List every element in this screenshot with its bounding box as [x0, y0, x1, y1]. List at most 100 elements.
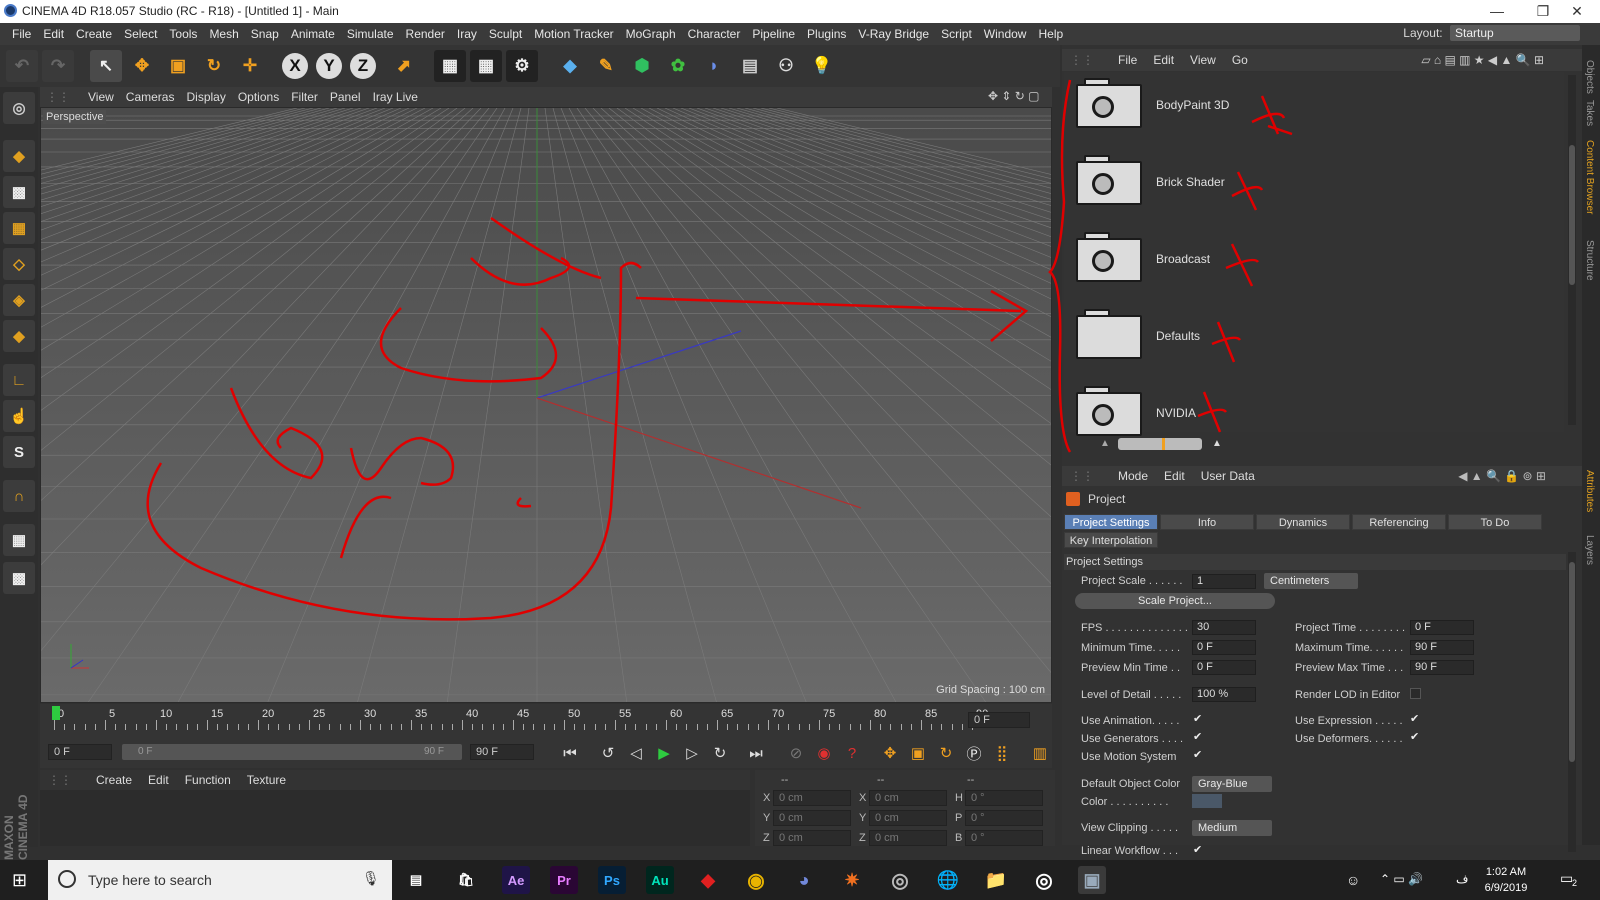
- start-frame-field[interactable]: 0 F: [48, 744, 112, 760]
- viewport-perspective[interactable]: Perspective Grid Spacing : 100 cm: [40, 107, 1052, 703]
- menu-select[interactable]: Select: [118, 23, 163, 45]
- floor-icon[interactable]: ▤: [734, 50, 766, 82]
- prev-frame-icon[interactable]: ◁: [624, 742, 648, 764]
- content-browser-menu-go[interactable]: Go: [1224, 49, 1256, 71]
- photoshop-icon[interactable]: Ps: [598, 866, 626, 894]
- tweak-icon[interactable]: ☝: [3, 400, 35, 432]
- points-mode-icon[interactable]: ◇: [3, 248, 35, 280]
- default-color-dropdown[interactable]: Gray-Blue: [1192, 776, 1272, 792]
- frame-range-slider[interactable]: 0 F 90 F: [122, 744, 462, 760]
- key-scale-icon[interactable]: ▣: [906, 742, 930, 764]
- cube-icon[interactable]: ◆: [554, 50, 586, 82]
- menu-pipeline[interactable]: Pipeline: [746, 23, 801, 45]
- viewport-menu-filter[interactable]: Filter: [285, 87, 324, 107]
- use-expression-checkbox[interactable]: ✔: [1410, 714, 1421, 725]
- attributes-toolbar-icons[interactable]: ◀ ▲ 🔍 🔒 ⊚ ⊞: [1450, 466, 1554, 486]
- menu-mograph[interactable]: MoGraph: [620, 23, 682, 45]
- discord-icon[interactable]: ◕: [790, 866, 818, 894]
- active-window-icon[interactable]: ▣: [1078, 866, 1106, 894]
- menu-motion-tracker[interactable]: Motion Tracker: [528, 23, 619, 45]
- side-tab-attributes[interactable]: Attributes: [1584, 470, 1595, 512]
- side-tab-takes[interactable]: Takes: [1584, 100, 1595, 126]
- pen-icon[interactable]: ✎: [590, 50, 622, 82]
- key-param-icon[interactable]: Ⓟ: [962, 742, 986, 764]
- preview-min-input[interactable]: 0 F: [1192, 660, 1256, 675]
- system-tray-icons[interactable]: ⌃ ▭ 🔊: [1380, 872, 1423, 886]
- material-menu-function[interactable]: Function: [177, 770, 239, 790]
- magnet-icon[interactable]: ∩: [3, 480, 35, 512]
- coord-size-field[interactable]: 0 cm: [869, 810, 947, 826]
- rotate-icon[interactable]: ↻: [198, 50, 230, 82]
- playhead-marker[interactable]: [52, 706, 60, 720]
- viewport-menu-iray-live[interactable]: Iray Live: [367, 87, 424, 107]
- model-mode-icon[interactable]: ◆: [3, 140, 35, 172]
- task-view-icon[interactable]: ▤: [402, 866, 430, 894]
- small-thumbnail-icon[interactable]: ▲: [1100, 438, 1110, 449]
- content-browser-menu-view[interactable]: View: [1182, 49, 1224, 71]
- tab-referencing[interactable]: Referencing: [1352, 514, 1446, 530]
- viewport-nav-icons[interactable]: ✥ ⇕ ↻ ▢: [988, 89, 1040, 103]
- polygons-mode-icon[interactable]: ◆: [3, 320, 35, 352]
- coord-position-field[interactable]: 0 cm: [773, 810, 851, 826]
- timeline-ruler[interactable]: 051015202530354045505560657075808590 0 F: [40, 704, 1052, 738]
- go-to-end-icon[interactable]: ⏭: [744, 742, 768, 764]
- material-menu-edit[interactable]: Edit: [140, 770, 177, 790]
- coord-size-field[interactable]: 0 cm: [869, 790, 947, 806]
- subdivision-icon[interactable]: ⬢: [626, 50, 658, 82]
- content-browser-menu-edit[interactable]: Edit: [1145, 49, 1182, 71]
- play-icon[interactable]: ▶: [652, 742, 676, 764]
- max-time-input[interactable]: 90 F: [1410, 640, 1474, 655]
- use-motion-checkbox[interactable]: ✔: [1193, 750, 1204, 761]
- thumbnail-size-slider[interactable]: [1118, 438, 1202, 450]
- scale-icon[interactable]: ▣: [162, 50, 194, 82]
- next-key-icon[interactable]: ↻: [708, 742, 732, 764]
- attributes-menu-edit[interactable]: Edit: [1156, 466, 1193, 486]
- obs-icon[interactable]: ◎: [1030, 866, 1058, 894]
- prev-key-icon[interactable]: ↺: [596, 742, 620, 764]
- record-keys-off-icon[interactable]: ⊘: [784, 742, 808, 764]
- snap-icon[interactable]: S: [3, 436, 35, 468]
- material-menu-texture[interactable]: Texture: [239, 770, 294, 790]
- key-position-icon[interactable]: ✥: [878, 742, 902, 764]
- viewport-menu-view[interactable]: View: [82, 87, 120, 107]
- tab-dynamics[interactable]: Dynamics: [1256, 514, 1350, 530]
- minimize-button[interactable]: —: [1474, 0, 1520, 23]
- axis-mode-icon[interactable]: ∟: [3, 364, 35, 396]
- input-language[interactable]: ف: [1456, 872, 1468, 886]
- record-active-icon[interactable]: ◉: [812, 742, 836, 764]
- microphone-icon[interactable]: 🎙: [362, 870, 380, 887]
- timeline-window-icon[interactable]: ▥: [1028, 742, 1052, 764]
- after-effects-icon[interactable]: Ae: [502, 866, 530, 894]
- tab-to-do[interactable]: To Do: [1448, 514, 1542, 530]
- audition-icon[interactable]: Au: [646, 866, 674, 894]
- content-browser-scrollbar[interactable]: [1568, 75, 1576, 425]
- windows-start-icon[interactable]: ⊞: [12, 870, 27, 891]
- cloner-icon[interactable]: ✿: [662, 50, 694, 82]
- menu-iray[interactable]: Iray: [451, 23, 483, 45]
- project-time-input[interactable]: 0 F: [1410, 620, 1474, 635]
- texture-mode-icon[interactable]: ▩: [3, 176, 35, 208]
- view-clipping-dropdown[interactable]: Medium: [1192, 820, 1272, 836]
- current-frame-field[interactable]: 0 F: [968, 712, 1030, 728]
- layout-dropdown[interactable]: Startup: [1450, 25, 1580, 41]
- planar-workplane-icon[interactable]: ▩: [3, 562, 35, 594]
- taskbar-clock[interactable]: 1:02 AM 6/9/2019: [1476, 864, 1536, 896]
- attributes-menu-mode[interactable]: Mode: [1110, 466, 1156, 486]
- workplane-icon[interactable]: ▦: [3, 212, 35, 244]
- color-swatch[interactable]: [1192, 794, 1222, 808]
- next-frame-icon[interactable]: ▷: [680, 742, 704, 764]
- workplane-lock-icon[interactable]: ▦: [3, 524, 35, 556]
- render-lod-checkbox[interactable]: [1410, 688, 1421, 699]
- side-tab-structure[interactable]: Structure: [1584, 240, 1595, 281]
- menu-snap[interactable]: Snap: [245, 23, 285, 45]
- linear-workflow-checkbox[interactable]: ✔: [1193, 845, 1204, 856]
- project-scale-input[interactable]: 1: [1192, 574, 1256, 589]
- z-axis-lock-button[interactable]: Z: [350, 53, 376, 79]
- light-icon[interactable]: 💡: [806, 50, 838, 82]
- coord-rotation-field[interactable]: 0 °: [965, 810, 1043, 826]
- go-to-start-icon[interactable]: ⏮: [558, 742, 582, 764]
- viewport-menu-cameras[interactable]: Cameras: [120, 87, 181, 107]
- menu-sculpt[interactable]: Sculpt: [483, 23, 528, 45]
- cinema4d-taskbar-icon[interactable]: ◎: [886, 866, 914, 894]
- live-selection-icon[interactable]: ✛: [234, 50, 266, 82]
